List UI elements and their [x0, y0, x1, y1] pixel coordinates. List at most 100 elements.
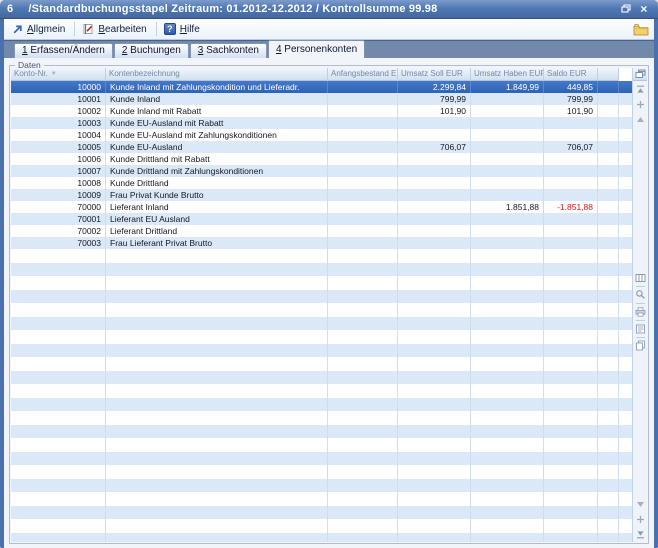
table-row[interactable]: 70000Lieferant Inland1.851,88-1.851,88 — [11, 201, 632, 213]
tab-buchungen[interactable]: 2 Buchungen — [114, 43, 189, 58]
empty-row[interactable] — [11, 411, 632, 425]
table-row[interactable]: 10007Kunde Drittland mit Zahlungskonditi… — [11, 165, 632, 177]
cell-filler — [598, 317, 619, 331]
cell-saldo — [544, 213, 598, 225]
cell-saldo — [544, 249, 598, 263]
column-header-saldo[interactable]: Saldo EUR — [544, 68, 598, 81]
empty-row[interactable] — [11, 290, 632, 304]
empty-row[interactable] — [11, 357, 632, 371]
cell-filler — [598, 263, 619, 277]
table-row[interactable]: 70003Frau Lieferant Privat Brutto — [11, 237, 632, 249]
page-down-icon[interactable] — [635, 499, 646, 509]
scroll-first-icon[interactable] — [635, 84, 646, 94]
cell-haben — [471, 438, 544, 452]
table-row[interactable]: 10002Kunde Inland mit Rabatt101,90101,90 — [11, 105, 632, 117]
empty-row[interactable] — [11, 317, 632, 331]
cell-filler — [598, 398, 619, 412]
table-row[interactable]: 10008Kunde Drittland — [11, 177, 632, 189]
cell-name — [106, 357, 328, 371]
columns-icon[interactable] — [635, 273, 646, 283]
search-icon[interactable] — [635, 290, 646, 300]
empty-row[interactable] — [11, 452, 632, 466]
cell-soll — [398, 237, 471, 249]
cell-haben — [471, 165, 544, 177]
cell-filler — [598, 189, 619, 201]
scroll-last-icon[interactable] — [635, 529, 646, 539]
cell-saldo — [544, 492, 598, 506]
restore-icon[interactable] — [619, 3, 633, 16]
column-header-nr[interactable]: Konto-Nr.▼ — [11, 68, 106, 81]
empty-row[interactable] — [11, 519, 632, 533]
folder-icon[interactable] — [632, 23, 650, 36]
empty-row[interactable] — [11, 533, 632, 543]
empty-row[interactable] — [11, 344, 632, 358]
empty-row[interactable] — [11, 479, 632, 493]
scroll-up-icon[interactable] — [635, 99, 646, 109]
cell-filler — [598, 81, 619, 93]
print-icon[interactable] — [635, 307, 646, 317]
cell-haben — [471, 177, 544, 189]
cell-haben — [471, 213, 544, 225]
empty-row[interactable] — [11, 249, 632, 263]
column-header-haben[interactable]: Umsatz Haben EUR — [471, 68, 544, 81]
cell-anfang — [328, 263, 398, 277]
table-row[interactable]: 10006Kunde Drittland mit Rabatt — [11, 153, 632, 165]
column-chooser-icon[interactable] — [633, 68, 647, 81]
menu-item-allgemein[interactable]: Allgmein — [8, 23, 71, 36]
copy-icon[interactable] — [635, 341, 646, 351]
tab-sachkonten[interactable]: 3 Sachkonten — [190, 43, 267, 58]
table-rows: 10000Kunde Inland mit Zahlungskondition … — [11, 81, 632, 542]
empty-row[interactable] — [11, 438, 632, 452]
cell-saldo — [544, 276, 598, 290]
table-row[interactable]: 70001Lieferant EU Ausland — [11, 213, 632, 225]
tab-erfassen[interactable]: 1 Erfassen/Ändern — [14, 43, 113, 58]
cell-anfang — [328, 330, 398, 344]
export-icon[interactable] — [635, 324, 646, 334]
cell-haben — [471, 317, 544, 331]
cell-filler — [598, 201, 619, 213]
empty-row[interactable] — [11, 384, 632, 398]
menu-item-bearbeiten[interactable]: Bearbeiten — [78, 22, 152, 36]
cell-filler — [598, 129, 619, 141]
page-up-icon[interactable] — [635, 114, 646, 124]
cell-nr — [11, 533, 106, 543]
app-window: 6 /Standardbuchungsstapel Zeitraum: 01.2… — [0, 0, 658, 548]
table-row[interactable]: 10001Kunde Inland799,99799,99 — [11, 93, 632, 105]
empty-row[interactable] — [11, 303, 632, 317]
menu-item-hilfe[interactable]: ?Hilfe — [160, 22, 206, 36]
table-row[interactable]: 10009Frau Privat Kunde Brutto — [11, 189, 632, 201]
empty-row[interactable] — [11, 465, 632, 479]
empty-row[interactable] — [11, 425, 632, 439]
table-row[interactable]: 10005Kunde EU-Ausland706,07706,07 — [11, 141, 632, 153]
cell-nr — [11, 452, 106, 466]
close-icon[interactable]: × — [637, 3, 651, 16]
cell-soll — [398, 398, 471, 412]
cell-anfang — [328, 117, 398, 129]
column-header-soll[interactable]: Umsatz Soll EUR — [398, 68, 471, 81]
table-row[interactable]: 10004Kunde EU-Ausland mit Zahlungskondit… — [11, 129, 632, 141]
empty-row[interactable] — [11, 263, 632, 277]
tab-personenkonten[interactable]: 4 Personenkonten — [268, 40, 365, 58]
empty-row[interactable] — [11, 506, 632, 520]
cell-filler — [598, 519, 619, 533]
cell-nr: 10008 — [11, 177, 106, 189]
empty-row[interactable] — [11, 371, 632, 385]
column-header-anfang[interactable]: Anfangsbestand EUR — [328, 68, 398, 81]
cell-haben — [471, 330, 544, 344]
empty-row[interactable] — [11, 492, 632, 506]
empty-row[interactable] — [11, 276, 632, 290]
empty-row[interactable] — [11, 330, 632, 344]
cell-filler — [598, 117, 619, 129]
cell-name: Kunde EU-Ausland — [106, 141, 328, 153]
menu-bar: Allgmein Bearbeiten ?Hilfe — [4, 19, 654, 40]
cell-haben — [471, 237, 544, 249]
table-row[interactable]: 70002Lieferant Drittland — [11, 225, 632, 237]
table-row[interactable]: 10000Kunde Inland mit Zahlungskondition … — [11, 81, 632, 93]
menu-separator — [156, 22, 157, 36]
empty-row[interactable] — [11, 398, 632, 412]
arrow-ne-icon — [12, 24, 23, 35]
window-title: /Standardbuchungsstapel Zeitraum: 01.201… — [28, 3, 437, 15]
scroll-down-icon[interactable] — [635, 514, 646, 524]
table-row[interactable]: 10003Kunde EU-Ausland mit Rabatt — [11, 117, 632, 129]
column-header-name[interactable]: Kontenbezeichnung — [106, 68, 328, 81]
